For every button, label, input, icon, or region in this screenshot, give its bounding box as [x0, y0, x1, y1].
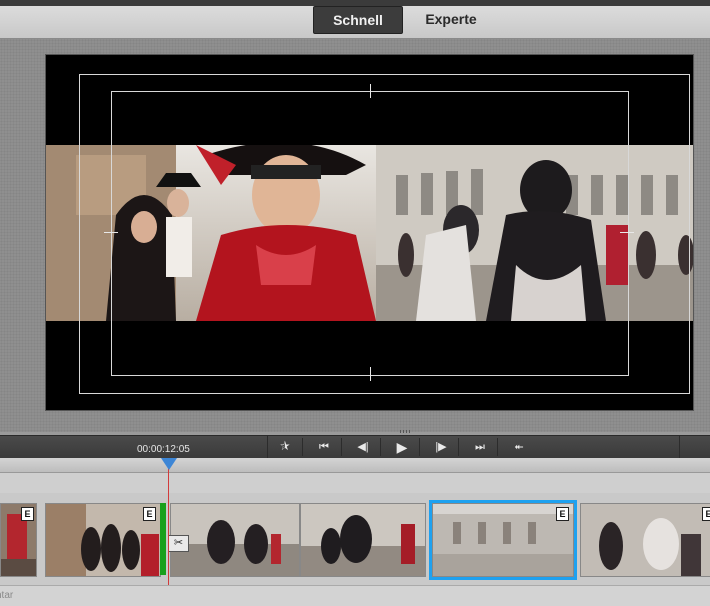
timeline-clip[interactable]: E: [0, 503, 37, 577]
time-ruler[interactable]: [0, 458, 710, 473]
video-frame: [46, 145, 693, 321]
mode-bar: Schnell Experte: [0, 6, 710, 39]
clip-fx-badge: E: [143, 507, 156, 521]
play-icon[interactable]: ▶: [385, 438, 420, 456]
panel-resize-grip[interactable]: [400, 430, 410, 433]
timeline-clip[interactable]: [300, 503, 426, 577]
timeline-clip-selected[interactable]: E: [429, 500, 577, 580]
timeline-clip[interactable]: E: [45, 503, 161, 577]
timeline-clip[interactable]: [170, 503, 300, 577]
step-back-icon[interactable]: ◀|: [346, 438, 381, 456]
playhead-handle[interactable]: [161, 458, 177, 470]
clip-fx-badge: E: [702, 507, 710, 521]
venice-carnival-frame: [46, 145, 693, 321]
safe-bottom-tick: [370, 367, 371, 381]
expert-mode-tab[interactable]: Experte: [408, 6, 494, 32]
safe-right-tick: [620, 232, 634, 233]
go-to-start-icon[interactable]: ⯫: [268, 438, 303, 456]
go-to-end-icon[interactable]: ⯬: [502, 438, 536, 456]
ruler-strip: [0, 473, 710, 493]
quick-mode-tab[interactable]: Schnell: [313, 6, 403, 34]
clip-fx-badge: E: [556, 507, 569, 521]
clip-edge-marker: [160, 503, 166, 575]
next-edit-icon[interactable]: ⏭: [463, 438, 498, 456]
scissors-icon[interactable]: ✂: [168, 535, 189, 552]
previous-edit-icon[interactable]: ⏮: [307, 438, 342, 456]
transport-bar: 00:00:12:05 ⯫ ⏮ ◀| ▶ |▶ ⏭ ⯬: [0, 435, 710, 459]
clip-fx-badge: E: [21, 507, 34, 521]
timeline-clip[interactable]: E: [580, 503, 710, 577]
safe-left-tick: [104, 232, 118, 233]
current-timecode: 00:00:12:05: [137, 444, 190, 455]
narration-track: ntar: [0, 585, 710, 606]
narration-label: ntar: [0, 590, 14, 601]
preview-monitor[interactable]: [46, 55, 693, 410]
step-forward-icon[interactable]: |▶: [424, 438, 459, 456]
safe-top-tick: [370, 84, 371, 98]
